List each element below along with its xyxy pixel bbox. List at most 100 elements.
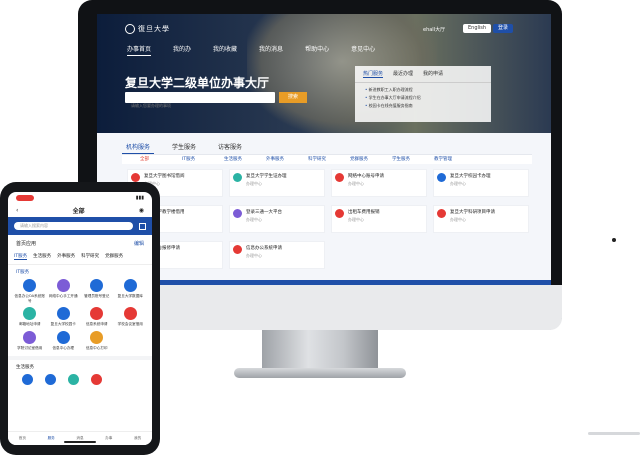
service-card[interactable]: 复旦大学科研项目申请 办理中心 [433, 205, 529, 233]
mobile-app-item[interactable]: 复旦大学数据库 [115, 279, 147, 303]
card-text: 信息办公系统申请 办理中心 [246, 245, 282, 259]
menu-item[interactable]: 意见中心 [351, 44, 375, 56]
service-icon [233, 245, 242, 254]
card-subtitle: 办理中心 [348, 181, 364, 186]
mobile-title: 全部 [72, 207, 85, 215]
notice-item[interactable]: 新进教职工入职办理流程 [365, 86, 481, 94]
mobile-search-input[interactable]: 请输入搜索内容 [14, 222, 133, 230]
signal-icon: ▮▮▮ [135, 194, 144, 201]
menu-item[interactable]: 我的收藏 [213, 44, 237, 56]
mobile-header: ‹ 全部 ◉ [8, 203, 152, 217]
notice-item[interactable]: 校园卡在线充值服务指南 [365, 102, 481, 110]
mobile-app-row [8, 374, 152, 385]
login-button[interactable]: 登录 [493, 24, 514, 33]
hero-banner: 復旦大學 ehall大厅 English 登录 办事首页 我的办 我的收藏 我的… [97, 14, 551, 133]
notice-tab[interactable]: 热门服务 [363, 70, 384, 78]
service-card[interactable]: 信息办公系统申请 办理中心 [229, 241, 325, 269]
search-input[interactable] [125, 100, 265, 111]
mobile-tab[interactable]: 科学研究 [81, 253, 99, 260]
notice-item[interactable]: 学生在办事大厅申请流程介绍 [365, 94, 481, 102]
mobile-app-item[interactable]: 信息办公OA系统账号 [14, 279, 46, 303]
service-card[interactable]: 复旦大学学生证办理 办理中心 [229, 169, 325, 197]
app-label: 学院讨论室借用 [17, 345, 43, 350]
university-logo[interactable]: 復旦大學 [125, 24, 170, 34]
service-card[interactable]: 登录三通一大平台 办理中心 [229, 205, 325, 233]
app-icon[interactable] [22, 374, 33, 385]
app-icon[interactable] [91, 374, 102, 385]
card-subtitle: 办理中心 [450, 217, 466, 222]
mobile-subsection-title-2: 生活服务 [16, 365, 34, 370]
notice-tab[interactable]: 我的申请 [423, 70, 443, 78]
nav-user[interactable]: ehall大厅 [423, 26, 445, 33]
page-title: 复旦大学二级单位办事大厅 [125, 76, 270, 90]
language-button[interactable]: English [463, 24, 492, 33]
service-card[interactable]: 出租车费用报销 办理中心 [331, 205, 427, 233]
mobile-app-item[interactable]: 管理员账号登记 [81, 279, 113, 303]
mobile-tabbar-item[interactable]: 我的 [134, 436, 141, 441]
mobile-app-item[interactable]: 信息中心打印 [81, 330, 113, 351]
mobile-tabbar-item[interactable]: 服务 [48, 436, 55, 441]
menu-item[interactable]: 我的办 [173, 44, 191, 56]
category-item[interactable]: 生活服务 [224, 155, 258, 164]
mobile-app-item[interactable]: 学院讨论室借用 [14, 330, 46, 351]
logo-emblem-icon [125, 24, 135, 34]
notice-tabs: 热门服务 最近办理 我的申请 [355, 66, 491, 83]
service-card[interactable]: 网络中心账号申请 办理中心 [331, 169, 427, 197]
category-item[interactable]: 党群服务 [350, 155, 384, 164]
mobile-app-item[interactable]: 复旦大学校园卡 [48, 307, 80, 327]
tab-student[interactable]: 学生服务 [168, 140, 200, 154]
category-item[interactable]: 外事服务 [266, 155, 300, 164]
service-icon [233, 209, 242, 218]
service-icon [335, 209, 344, 218]
logo-text: 復旦大學 [138, 25, 170, 33]
mobile-search-bar: 请输入搜索内容 [8, 217, 152, 235]
mobile-app-item[interactable]: 邮箱地址申请 [14, 307, 46, 327]
card-title: 信息办公系统申请 [246, 246, 282, 251]
menu-item[interactable]: 我的消息 [259, 44, 283, 56]
stage: 復旦大學 ehall大厅 English 登录 办事首页 我的办 我的收藏 我的… [0, 0, 640, 455]
app-icon[interactable] [45, 374, 56, 385]
mobile-tab[interactable]: 党群服务 [105, 253, 123, 260]
mobile-tabs: IT服务 生活服务 外事服务 科学研究 党群服务 [8, 249, 152, 265]
mobile-tabbar-item[interactable]: 首页 [19, 436, 26, 441]
app-icon [123, 279, 137, 292]
tab-institution[interactable]: 机构服务 [122, 140, 155, 154]
category-item[interactable]: 科学研究 [308, 155, 342, 164]
service-cards: 复旦大学图书馆借阅办理中心复旦大学学生证办理办理中心网络中心账号申请办理中心复旦… [127, 169, 537, 269]
app-label: 信息中心打印 [85, 345, 108, 350]
tab-visitor[interactable]: 访客服务 [214, 140, 246, 154]
mobile-app-item[interactable]: 信息系统申请 [81, 307, 113, 327]
card-subtitle: 办理中心 [246, 217, 262, 222]
mobile-tabbar-item[interactable]: 办事 [105, 436, 112, 441]
menu-item-home[interactable]: 办事首页 [127, 44, 152, 56]
mobile-app-item[interactable]: 网络中心手工开通 [48, 279, 80, 303]
edit-link[interactable]: 编辑 [134, 240, 144, 247]
mobile-section-header: 首页应用 编辑 [8, 235, 152, 249]
phone-screen: ▮▮▮ ‹ 全部 ◉ 请输入搜索内容 首页应用 编辑 IT服务 生活服务 外事服务科… [8, 192, 152, 445]
app-icon[interactable] [68, 374, 79, 385]
menu-item[interactable]: 帮助中心 [305, 44, 329, 56]
scan-icon[interactable] [139, 222, 146, 230]
category-item[interactable]: 教学管理 [434, 155, 468, 164]
more-icon[interactable]: ◉ [139, 207, 144, 214]
notice-tab[interactable]: 最近办理 [393, 70, 413, 78]
service-icon [131, 173, 140, 182]
mobile-app-item[interactable]: 信息中心办理 [48, 330, 80, 351]
app-label: 复旦大学数据库 [117, 294, 143, 298]
back-icon[interactable]: ‹ [16, 207, 18, 214]
category-item[interactable]: 全部 [140, 155, 174, 164]
card-title: 复旦大学科研项目申请 [450, 210, 495, 215]
service-icon [233, 173, 242, 182]
mobile-tab[interactable]: 外事服务 [57, 253, 75, 260]
category-item[interactable]: IT服务 [182, 155, 216, 164]
app-label: 信息系统申请 [85, 322, 108, 326]
card-subtitle: 办理中心 [348, 217, 364, 222]
app-icon [23, 279, 37, 292]
mobile-tab[interactable]: 生活服务 [33, 253, 51, 260]
mobile-tab[interactable]: IT服务 [14, 253, 28, 260]
search-button[interactable]: 搜索 [279, 92, 307, 103]
service-card[interactable]: 复旦大学校园卡办理 办理中心 [433, 169, 529, 197]
mobile-app-item[interactable]: 学校会议室借用 [115, 307, 147, 327]
category-item[interactable]: 学生服务 [392, 155, 426, 164]
card-title: 复旦大学校园卡办理 [450, 174, 491, 179]
